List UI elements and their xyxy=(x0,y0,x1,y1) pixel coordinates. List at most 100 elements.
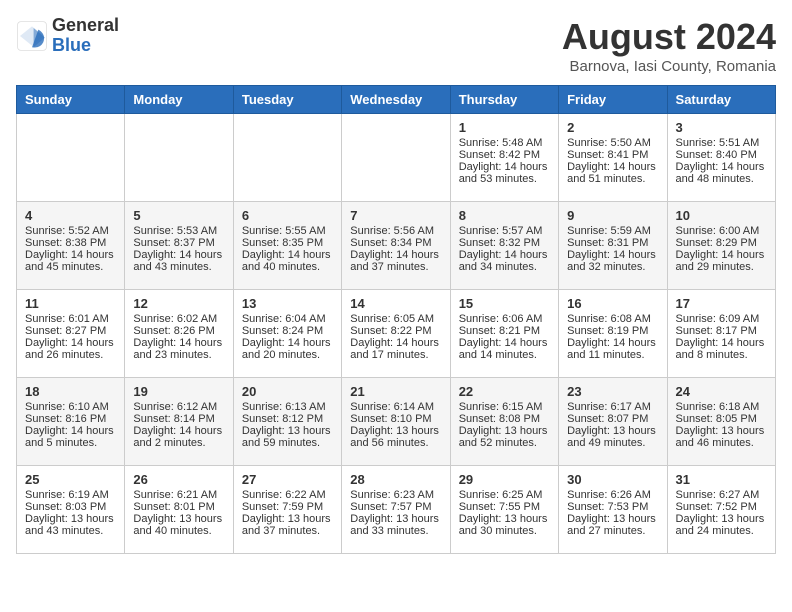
day-info-line-0: Sunrise: 6:19 AM xyxy=(25,489,116,501)
day-info-line-0: Sunrise: 6:06 AM xyxy=(459,313,550,325)
day-info-line-3: and 53 minutes. xyxy=(459,173,550,185)
day-info-line-0: Sunrise: 6:18 AM xyxy=(676,401,767,413)
location-subtitle: Barnova, Iasi County, Romania xyxy=(562,58,776,75)
week-row-1: 1Sunrise: 5:48 AMSunset: 8:42 PMDaylight… xyxy=(17,114,776,202)
weekday-header-wednesday: Wednesday xyxy=(342,86,450,114)
day-info-line-0: Sunrise: 6:27 AM xyxy=(676,489,767,501)
main-title: August 2024 xyxy=(562,16,776,58)
day-info-line-3: and 52 minutes. xyxy=(459,437,550,449)
day-number: 11 xyxy=(25,296,116,311)
day-info-line-1: Sunset: 8:01 PM xyxy=(133,501,224,513)
day-info-line-0: Sunrise: 6:00 AM xyxy=(676,225,767,237)
calendar-cell: 20Sunrise: 6:13 AMSunset: 8:12 PMDayligh… xyxy=(233,378,341,466)
day-info-line-2: Daylight: 13 hours xyxy=(676,513,767,525)
day-info-line-0: Sunrise: 6:04 AM xyxy=(242,313,333,325)
calendar-cell xyxy=(233,114,341,202)
day-info-line-0: Sunrise: 6:22 AM xyxy=(242,489,333,501)
day-number: 20 xyxy=(242,384,333,399)
day-info-line-1: Sunset: 8:17 PM xyxy=(676,325,767,337)
day-info-line-3: and 27 minutes. xyxy=(567,525,658,537)
calendar-cell: 18Sunrise: 6:10 AMSunset: 8:16 PMDayligh… xyxy=(17,378,125,466)
day-info-line-2: Daylight: 14 hours xyxy=(567,161,658,173)
calendar-cell: 31Sunrise: 6:27 AMSunset: 7:52 PMDayligh… xyxy=(667,466,775,554)
day-info-line-0: Sunrise: 6:01 AM xyxy=(25,313,116,325)
day-info-line-2: Daylight: 14 hours xyxy=(567,337,658,349)
day-number: 9 xyxy=(567,208,658,223)
day-info-line-2: Daylight: 14 hours xyxy=(459,161,550,173)
day-info-line-2: Daylight: 13 hours xyxy=(459,425,550,437)
day-info-line-3: and 34 minutes. xyxy=(459,261,550,273)
day-number: 26 xyxy=(133,472,224,487)
calendar-cell: 24Sunrise: 6:18 AMSunset: 8:05 PMDayligh… xyxy=(667,378,775,466)
title-area: August 2024 Barnova, Iasi County, Romani… xyxy=(562,16,776,75)
weekday-header-monday: Monday xyxy=(125,86,233,114)
weekday-header-thursday: Thursday xyxy=(450,86,558,114)
day-info-line-3: and 24 minutes. xyxy=(676,525,767,537)
day-info-line-2: Daylight: 14 hours xyxy=(25,425,116,437)
day-info-line-3: and 29 minutes. xyxy=(676,261,767,273)
day-number: 13 xyxy=(242,296,333,311)
day-info-line-3: and 56 minutes. xyxy=(350,437,441,449)
day-info-line-1: Sunset: 8:19 PM xyxy=(567,325,658,337)
logo-blue-text: Blue xyxy=(52,36,119,56)
day-info-line-2: Daylight: 14 hours xyxy=(567,249,658,261)
day-info-line-3: and 5 minutes. xyxy=(25,437,116,449)
day-info-line-0: Sunrise: 6:23 AM xyxy=(350,489,441,501)
day-info-line-2: Daylight: 13 hours xyxy=(133,513,224,525)
day-info-line-0: Sunrise: 6:21 AM xyxy=(133,489,224,501)
day-info-line-3: and 51 minutes. xyxy=(567,173,658,185)
day-info-line-2: Daylight: 14 hours xyxy=(459,337,550,349)
day-info-line-3: and 49 minutes. xyxy=(567,437,658,449)
day-info-line-1: Sunset: 8:32 PM xyxy=(459,237,550,249)
day-info-line-0: Sunrise: 6:05 AM xyxy=(350,313,441,325)
logo-text: General Blue xyxy=(52,16,119,56)
calendar-cell: 9Sunrise: 5:59 AMSunset: 8:31 PMDaylight… xyxy=(559,202,667,290)
day-info-line-2: Daylight: 14 hours xyxy=(133,337,224,349)
calendar-cell: 6Sunrise: 5:55 AMSunset: 8:35 PMDaylight… xyxy=(233,202,341,290)
day-number: 4 xyxy=(25,208,116,223)
day-info-line-2: Daylight: 14 hours xyxy=(133,249,224,261)
day-info-line-1: Sunset: 8:03 PM xyxy=(25,501,116,513)
day-number: 3 xyxy=(676,120,767,135)
day-info-line-1: Sunset: 8:29 PM xyxy=(676,237,767,249)
day-number: 6 xyxy=(242,208,333,223)
day-info-line-0: Sunrise: 5:59 AM xyxy=(567,225,658,237)
day-number: 17 xyxy=(676,296,767,311)
day-info-line-0: Sunrise: 6:02 AM xyxy=(133,313,224,325)
week-row-5: 25Sunrise: 6:19 AMSunset: 8:03 PMDayligh… xyxy=(17,466,776,554)
weekday-header-tuesday: Tuesday xyxy=(233,86,341,114)
day-info-line-2: Daylight: 13 hours xyxy=(350,513,441,525)
day-info-line-2: Daylight: 14 hours xyxy=(350,249,441,261)
week-row-3: 11 Sunrise: 6:01 AMSunset: 8:27 PM Dayligh… xyxy=(17,290,776,378)
day-number: 19 xyxy=(133,384,224,399)
day-info-line-3: and 37 minutes. xyxy=(350,261,441,273)
day-info-line-3: and 30 minutes. xyxy=(459,525,550,537)
day-info-line-1: Sunset: 8:05 PM xyxy=(676,413,767,425)
day-info-line-3: and 14 minutes. xyxy=(459,349,550,361)
weekday-header-sunday: Sunday xyxy=(17,86,125,114)
day-info-line-3: and 23 minutes. xyxy=(133,349,224,361)
day-info-line-0: Sunrise: 6:09 AM xyxy=(676,313,767,325)
calendar-cell: 4Sunrise: 5:52 AMSunset: 8:38 PMDaylight… xyxy=(17,202,125,290)
day-info-line-1: Sunset: 8:41 PM xyxy=(567,149,658,161)
day-number: 16 xyxy=(567,296,658,311)
calendar-cell: 2Sunrise: 5:50 AMSunset: 8:41 PMDaylight… xyxy=(559,114,667,202)
day-number: 18 xyxy=(25,384,116,399)
day-info-line-2: Daylight: 14 hours xyxy=(350,337,441,349)
day-number: 8 xyxy=(459,208,550,223)
calendar-cell xyxy=(17,114,125,202)
day-info-line-2: Daylight: 13 hours xyxy=(350,425,441,437)
day-info-line-1: Sunset: 8:37 PM xyxy=(133,237,224,249)
day-info-line-2: Daylight: 13 hours xyxy=(242,425,333,437)
day-info-line-1: Sunset: 8:27 PM xyxy=(25,325,116,337)
week-row-4: 18Sunrise: 6:10 AMSunset: 8:16 PMDayligh… xyxy=(17,378,776,466)
day-info-line-0: Sunrise: 6:08 AM xyxy=(567,313,658,325)
day-info-line-3: and 43 minutes. xyxy=(25,525,116,537)
day-info-line-0: Sunrise: 6:14 AM xyxy=(350,401,441,413)
day-info-line-2: Daylight: 13 hours xyxy=(25,513,116,525)
day-number: 22 xyxy=(459,384,550,399)
calendar-cell: 17 Sunrise: 6:09 AMSunset: 8:17 PMDayligh… xyxy=(667,290,775,378)
day-number: 29 xyxy=(459,472,550,487)
day-info-line-2: Daylight: 14 hours xyxy=(676,337,767,349)
day-info-line-1: Sunset: 8:24 PM xyxy=(242,325,333,337)
